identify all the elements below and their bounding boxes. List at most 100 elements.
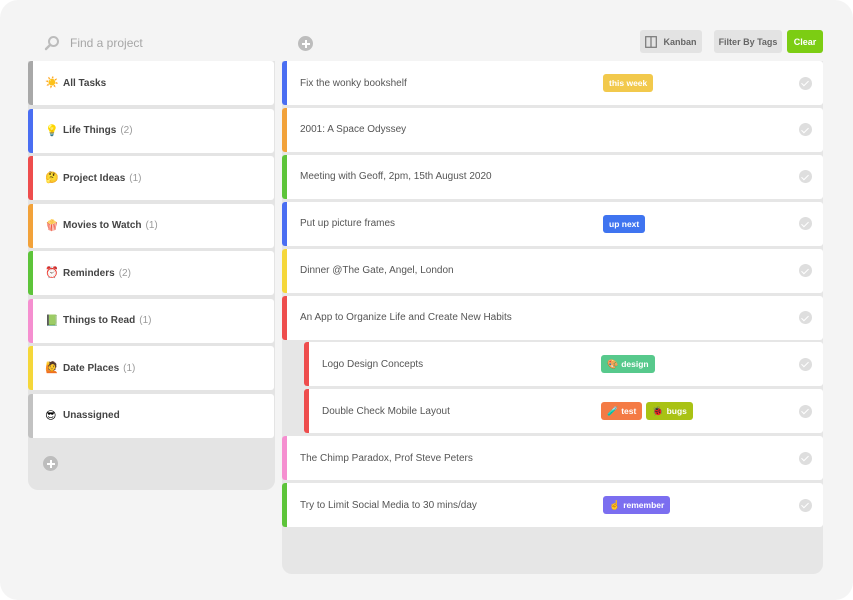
task-title: Try to Limit Social Media to 30 mins/day <box>300 499 477 511</box>
project-search[interactable] <box>44 33 274 53</box>
search-input[interactable] <box>70 36 260 50</box>
project-label: Date Places <box>63 362 120 374</box>
app-window: Kanban Filter By Tags Clear ☀️ All Tasks 💡… <box>0 0 853 600</box>
project-color-bar <box>28 251 33 295</box>
tag-icon: 🧪 <box>607 406 619 417</box>
task-title: 2001: A Space Odyssey <box>300 124 407 136</box>
subtask-row[interactable]: Double Check Mobile Layout 🧪 test 🐞 bugs <box>304 389 823 434</box>
sunglasses-face-icon: 😎 <box>45 409 57 422</box>
tag-badge[interactable]: ☝️ remember <box>603 496 671 515</box>
project-label: Things to Read <box>63 315 136 326</box>
clear-button[interactable]: Clear <box>787 30 823 53</box>
task-color-bar <box>282 436 287 481</box>
project-item[interactable]: 🙋 Date Places (1) <box>28 346 274 390</box>
kanban-label: Kanban <box>663 36 697 47</box>
task-row[interactable]: Try to Limit Social Media to 30 mins/day… <box>282 483 823 528</box>
book-icon: 📗 <box>45 314 59 327</box>
task-row[interactable]: Put up picture frames up next <box>282 201 823 246</box>
tag-badge[interactable]: 🧪 test <box>601 402 643 421</box>
task-color-bar <box>282 483 287 528</box>
tag-label: bugs <box>666 406 687 417</box>
complete-check-icon[interactable] <box>799 357 812 371</box>
task-tags: 🧪 test 🐞 bugs <box>601 402 693 421</box>
project-item[interactable]: ⏰ Reminders (2) <box>28 251 274 295</box>
project-label: Life Things <box>63 125 117 136</box>
project-count: (1) <box>145 220 158 231</box>
task-title: Dinner @The Gate, Angel, London <box>300 265 454 277</box>
project-color-bar <box>28 61 33 105</box>
project-color-bar <box>28 298 33 343</box>
task-row[interactable]: Fix the wonky bookshelf this week <box>282 61 823 105</box>
project-item[interactable]: 🤔 Project Ideas (1) <box>28 156 274 200</box>
project-label: Unassigned <box>63 410 120 421</box>
tag-label: this week <box>609 78 648 88</box>
task-color-bar <box>282 295 287 340</box>
tag-icon: 🐞 <box>652 406 664 417</box>
task-color-bar <box>304 389 309 434</box>
project-label: Project Ideas <box>63 172 126 184</box>
kanban-button[interactable]: Kanban <box>640 30 702 53</box>
woman-icon: 🙋 <box>45 362 59 374</box>
complete-check-icon[interactable] <box>799 217 812 231</box>
tag-icon: ☝️ <box>609 500 621 511</box>
task-color-bar <box>304 342 309 387</box>
project-item[interactable]: 😎 Unassigned <box>28 393 274 438</box>
tag-label: up next <box>609 218 640 229</box>
project-color-bar <box>28 346 33 390</box>
tag-label: design <box>621 359 649 370</box>
tag-badge[interactable]: 🎨 design <box>601 355 655 374</box>
task-row[interactable]: An App to Organize Life and Create New H… <box>282 295 823 340</box>
task-tags: up next <box>603 214 646 233</box>
subtask-row[interactable]: Logo Design Concepts 🎨 design <box>304 342 823 387</box>
complete-check-icon[interactable] <box>799 170 812 184</box>
complete-check-icon[interactable] <box>799 311 812 324</box>
complete-check-icon[interactable] <box>799 404 812 418</box>
sun-icon: ☀️ <box>45 77 59 89</box>
project-color-bar <box>28 203 33 248</box>
task-title: Logo Design Concepts <box>322 358 424 370</box>
filter-by-tags-button[interactable]: Filter By Tags <box>714 30 782 53</box>
project-item[interactable]: 💡 Life Things (2) <box>28 108 274 153</box>
task-title: Put up picture frames <box>300 218 396 230</box>
complete-check-icon[interactable] <box>799 451 812 465</box>
tag-badge[interactable]: up next <box>603 214 646 233</box>
task-row[interactable]: 2001: A Space Odyssey <box>282 107 823 152</box>
task-row[interactable]: Meeting with Geoff, 2pm, 15th August 202… <box>282 154 823 199</box>
subtask-indent <box>282 342 304 434</box>
project-count: (1) <box>129 172 142 184</box>
project-item[interactable]: 🍿 Movies to Watch (1) <box>28 203 274 248</box>
tag-badge[interactable]: this week <box>603 74 654 92</box>
project-color-bar <box>28 393 33 438</box>
project-item[interactable]: ☀️ All Tasks <box>28 61 274 105</box>
project-count: (2) <box>120 125 133 136</box>
complete-check-icon[interactable] <box>799 498 812 512</box>
project-sidebar: ☀️ All Tasks 💡 Life Things (2) 🤔 Project Ideas… <box>28 61 275 490</box>
thinking-face-icon: 🤔 <box>45 172 59 184</box>
task-title: The Chimp Paradox, Prof Steve Peters <box>300 452 473 464</box>
add-project-icon[interactable] <box>43 456 58 471</box>
complete-check-icon[interactable] <box>799 76 812 90</box>
project-count: (2) <box>118 267 131 279</box>
lightbulb-icon: 💡 <box>45 124 59 137</box>
project-count: (1) <box>123 362 136 374</box>
columns-icon <box>645 35 658 48</box>
alarm-clock-icon: ⏰ <box>45 267 59 279</box>
task-row[interactable]: Dinner @The Gate, Angel, London <box>282 248 823 293</box>
task-title: Fix the wonky bookshelf <box>300 77 407 89</box>
tag-icon: 🎨 <box>607 359 619 370</box>
complete-check-icon[interactable] <box>799 264 812 278</box>
task-title: Meeting with Geoff, 2pm, 15th August 202… <box>300 171 492 183</box>
project-label: Reminders <box>63 267 115 279</box>
add-task-icon[interactable] <box>298 36 313 51</box>
popcorn-icon: 🍿 <box>45 219 59 232</box>
task-color-bar <box>282 107 287 152</box>
project-item[interactable]: 📗 Things to Read (1) <box>28 298 274 343</box>
task-title: Double Check Mobile Layout <box>322 405 450 417</box>
project-count: (1) <box>139 315 152 326</box>
task-row[interactable]: The Chimp Paradox, Prof Steve Peters <box>282 436 823 481</box>
complete-check-icon[interactable] <box>799 123 812 137</box>
task-color-bar <box>282 201 287 246</box>
tag-badge[interactable]: 🐞 bugs <box>646 402 693 421</box>
project-color-bar <box>28 156 33 200</box>
tag-label: test <box>621 406 637 417</box>
